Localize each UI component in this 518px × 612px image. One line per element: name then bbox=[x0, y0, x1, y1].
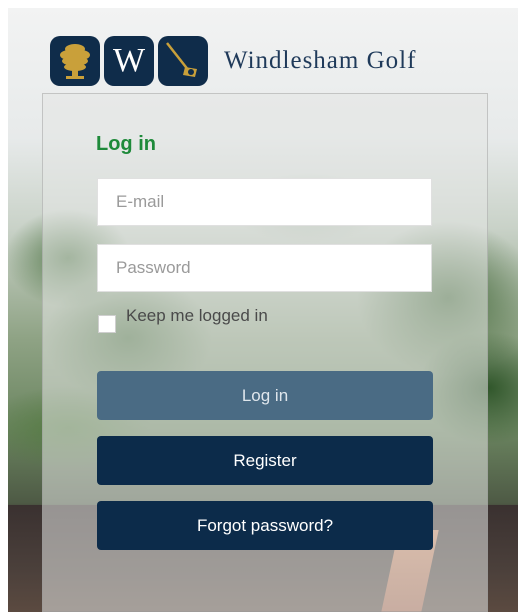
keep-logged-in-checkbox[interactable] bbox=[98, 315, 116, 333]
password-field[interactable] bbox=[97, 244, 432, 292]
keep-logged-in[interactable]: Keep me logged in bbox=[98, 306, 268, 333]
email-field[interactable] bbox=[97, 178, 432, 226]
keep-logged-in-label: Keep me logged in bbox=[126, 306, 268, 325]
login-button[interactable]: Log in bbox=[97, 371, 433, 420]
login-title: Log in bbox=[96, 133, 156, 155]
brand-name: Windlesham Golf bbox=[224, 47, 417, 74]
forgot-password-button[interactable]: Forgot password? bbox=[97, 501, 433, 550]
brand-logo: W Windlesham Golf bbox=[50, 35, 416, 87]
w-monogram-icon: W bbox=[104, 36, 154, 86]
tree-icon bbox=[50, 36, 100, 86]
register-button[interactable]: Register bbox=[97, 436, 433, 485]
golf-club-ball-icon bbox=[158, 36, 208, 86]
